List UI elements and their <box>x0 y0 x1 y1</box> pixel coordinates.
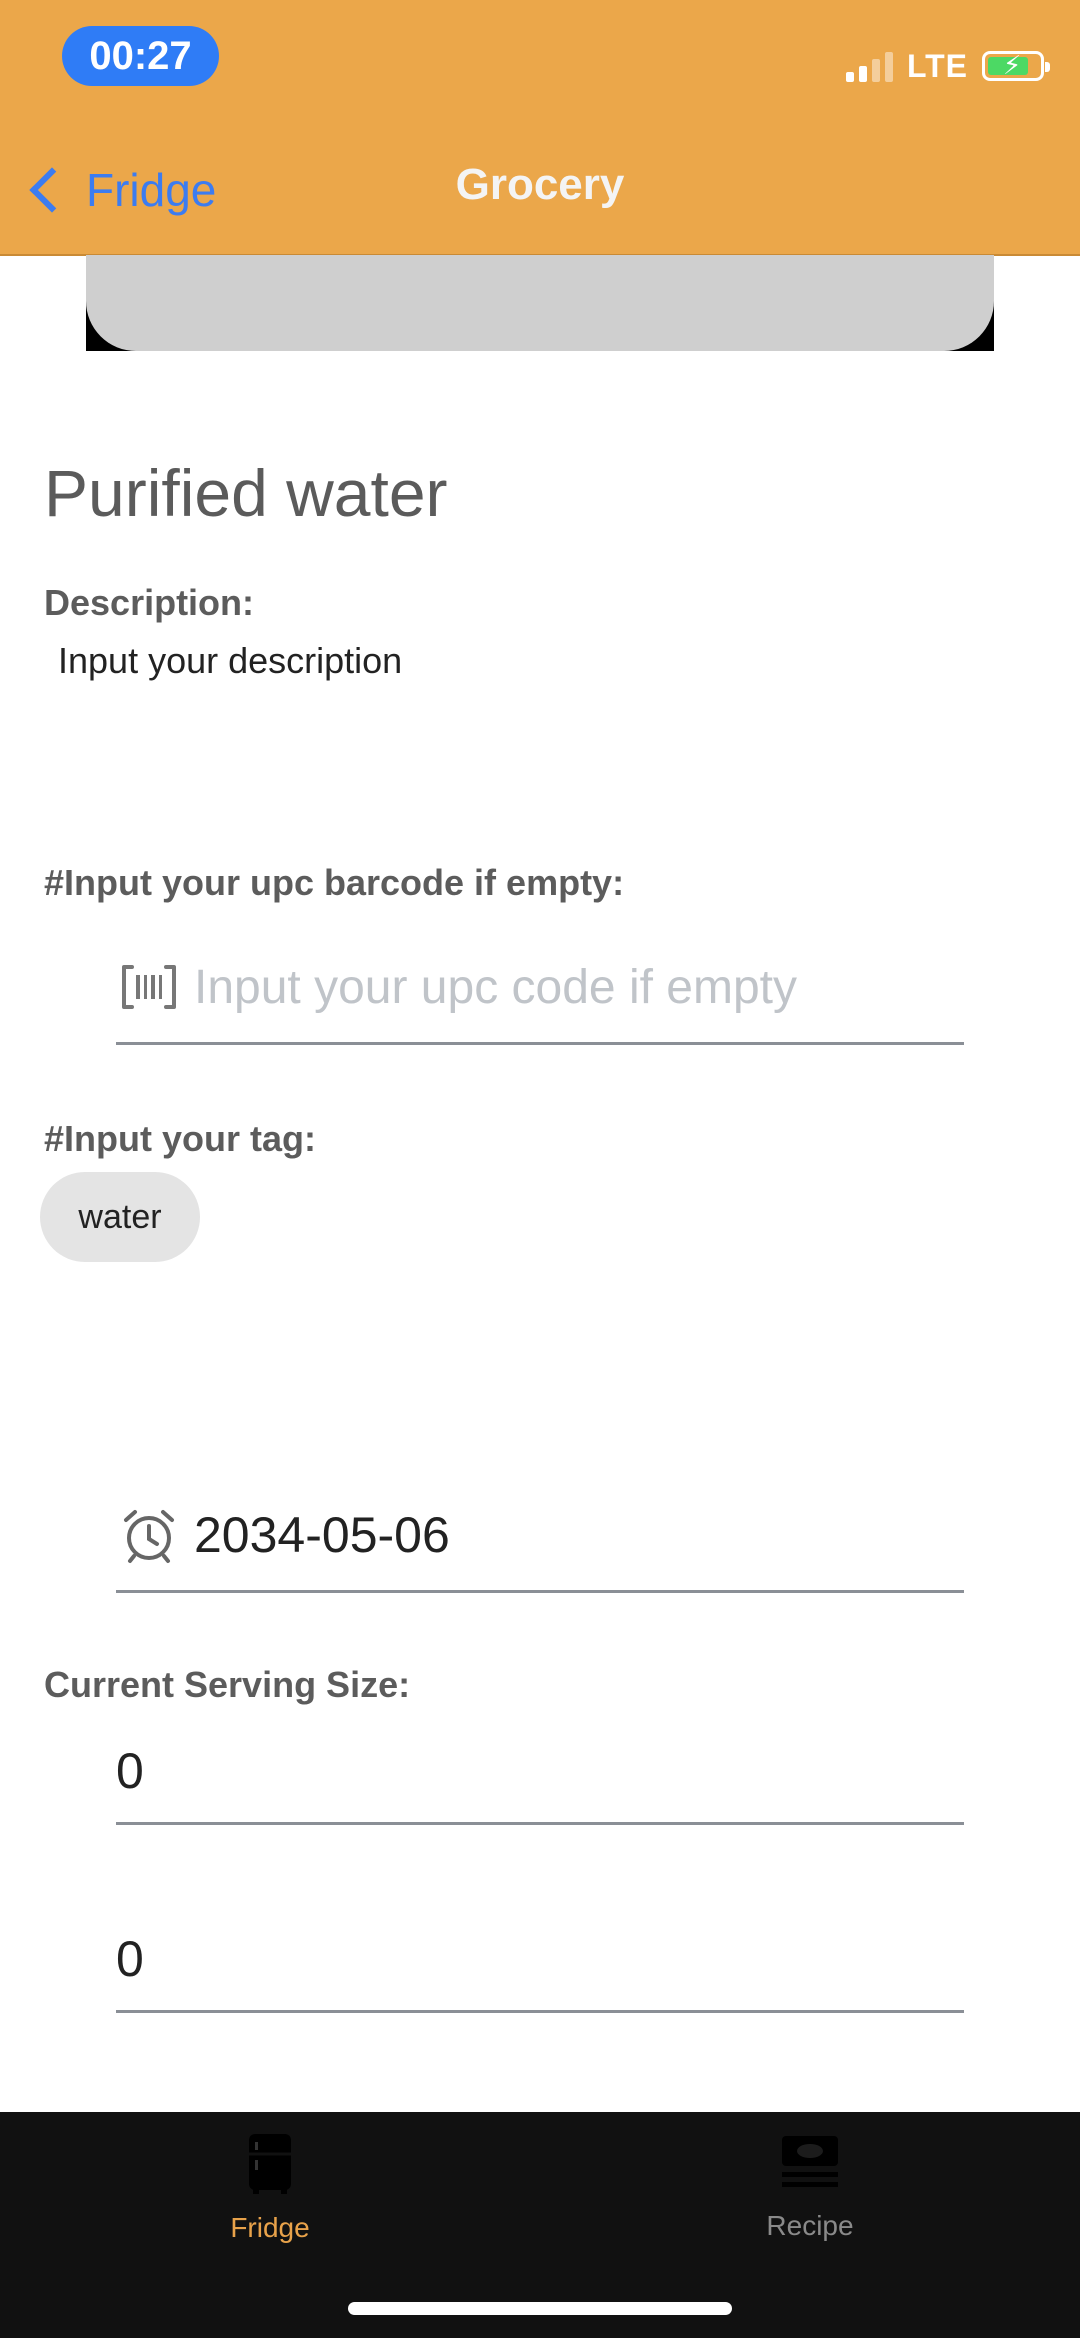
description-input[interactable]: Input your description <box>58 640 402 682</box>
page-title: Grocery <box>455 160 625 209</box>
fridge-icon <box>249 2134 291 2194</box>
battery-icon: ⚡ <box>982 50 1050 81</box>
upc-input[interactable]: Input your upc code if empty <box>116 932 964 1045</box>
upc-placeholder: Input your upc code if empty <box>194 960 797 1014</box>
item-name: Purified water <box>44 456 448 530</box>
description-label: Description: <box>44 582 255 623</box>
alarm-clock-icon <box>120 1506 178 1564</box>
network-type: LTE <box>906 47 968 84</box>
recipe-icon <box>782 2136 838 2187</box>
upc-label: #Input your upc barcode if empty: <box>44 862 625 903</box>
tab-fridge[interactable]: Fridge <box>120 2132 420 2244</box>
item-image <box>86 255 994 351</box>
navigation-header: 00:27 LTE ⚡ Fridge Grocery <box>0 0 1080 256</box>
tab-recipe-label: Recipe <box>766 2210 854 2241</box>
total-serving-input[interactable]: 0 <box>116 1908 964 2013</box>
tab-fridge-label: Fridge <box>230 2212 310 2243</box>
status-time: 00:27 <box>62 26 219 86</box>
status-indicators: LTE ⚡ <box>845 44 1050 88</box>
current-serving-value: 0 <box>116 1743 144 1799</box>
tag-label: #Input your tag: <box>44 1118 316 1159</box>
total-serving-value: 0 <box>116 1931 144 1987</box>
tab-recipe[interactable]: Recipe <box>660 2132 960 2242</box>
serving-size-label: Current Serving Size: <box>44 1664 411 1705</box>
expiry-date-value: 2034-05-06 <box>194 1507 450 1563</box>
current-serving-input[interactable]: 0 <box>116 1720 964 1825</box>
tag-chip[interactable]: water <box>40 1172 200 1262</box>
home-indicator[interactable] <box>348 2302 732 2315</box>
barcode-icon <box>120 958 178 1016</box>
signal-icon <box>845 50 893 82</box>
expiry-date-field[interactable]: 2034-05-06 <box>116 1480 964 1593</box>
